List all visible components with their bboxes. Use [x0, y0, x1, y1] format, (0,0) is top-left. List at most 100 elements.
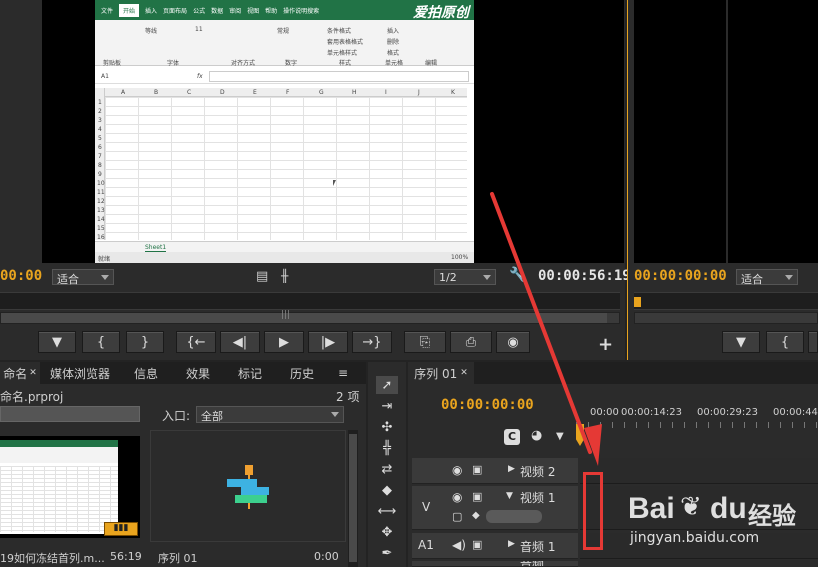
razor-tool-icon[interactable]: ◆	[376, 481, 398, 499]
ruler-label-2: 00:00:29:23	[697, 407, 759, 418]
slide-tool-icon[interactable]: ✥	[376, 523, 398, 541]
tab-sequence-label: 序列 01	[414, 366, 458, 381]
eye-icon[interactable]: ◉	[452, 490, 462, 504]
baidu-url: jingyan.baidu.com	[630, 530, 760, 546]
play-button[interactable]: ▶	[264, 331, 304, 353]
program-add-marker-button[interactable]: ▼	[722, 331, 760, 353]
excel-formula-bar: A1 fx	[95, 70, 474, 84]
row-7: 7	[98, 153, 102, 160]
step-forward-button[interactable]: |▶	[308, 331, 348, 353]
group-label-cells: 单元格	[385, 60, 404, 67]
go-to-out-button[interactable]: →}	[352, 331, 392, 353]
track-name-audio-1: 音频 1	[520, 540, 556, 554]
col-a: A	[121, 89, 126, 96]
ripple-edit-tool-icon[interactable]: ✣	[376, 418, 398, 436]
ribbon-tab-file: 文件	[101, 7, 114, 15]
tab-effects[interactable]: 效果	[172, 362, 224, 384]
track-target-a1[interactable]: A1	[418, 538, 434, 552]
excel-ribbon-body: 等线 11 常规 条件格式 套用表格格式 单元格样式 插入 删除 格式 剪贴板 …	[95, 20, 474, 67]
col-g: G	[319, 89, 324, 96]
row-5: 5	[98, 135, 102, 142]
collapse-arrow-icon[interactable]: ▼	[506, 491, 513, 501]
zoom-grip-icon: |||	[281, 310, 291, 320]
baidu-brand: Bai	[628, 492, 675, 525]
filmstrip-icon[interactable]: ▣	[472, 490, 482, 503]
source-fit-dropdown[interactable]: 适合	[52, 269, 114, 286]
col-b: B	[154, 89, 159, 96]
program-timecode[interactable]: 00:00:00:00	[634, 268, 727, 284]
eye-icon[interactable]: ◉	[452, 463, 462, 477]
ruler-label-3: 00:00:44:	[773, 407, 818, 418]
tab-history[interactable]: 历史	[276, 362, 328, 384]
font-name-box: 等线	[145, 28, 158, 35]
excel-grid: A B C D E F G H I J K 1 2 3 4 5 6 7 8 9 …	[95, 88, 467, 241]
insert-button[interactable]: ⎘	[404, 331, 446, 353]
track-target-v[interactable]: V	[422, 500, 430, 514]
keyframe-nav[interactable]	[486, 510, 542, 523]
panel-menu-icon[interactable]: ≡	[328, 362, 358, 384]
program-time-ruler[interactable]	[634, 292, 818, 310]
film-strip-icon[interactable]: ▤	[256, 269, 268, 284]
speaker-icon[interactable]: ◀)	[452, 538, 466, 552]
slip-tool-icon[interactable]: ⟷	[376, 502, 398, 520]
project-file-name: 命名.prproj	[0, 390, 64, 404]
tab-markers[interactable]: 标记	[224, 362, 276, 384]
ribbon-tab-help: 帮助	[265, 7, 278, 15]
mark-out-button[interactable]: }	[126, 331, 164, 353]
row-9: 9	[98, 171, 102, 178]
display-style-icon[interactable]: ▢	[452, 510, 462, 523]
tab-media-browser[interactable]: 媒体浏览器	[40, 362, 120, 384]
rate-stretch-tool-icon[interactable]: ⇄	[376, 460, 398, 478]
col-h: H	[352, 89, 357, 96]
project-search-input[interactable]	[0, 406, 140, 422]
track-select-tool-icon[interactable]: ⇥	[376, 397, 398, 415]
col-c: C	[187, 89, 192, 96]
inout-dropdown[interactable]: 全部	[196, 406, 344, 423]
program-fit-dropdown[interactable]: 适合	[736, 269, 798, 286]
row-15: 15	[97, 225, 105, 232]
mark-in-button[interactable]: {	[82, 331, 120, 353]
group-label-edit: 编辑	[425, 60, 438, 67]
track-header-audio-1[interactable]: A1 ◀) ▣ ▶ 音频 1	[412, 533, 578, 559]
row-12: 12	[97, 198, 105, 205]
tab-info[interactable]: 信息	[120, 362, 172, 384]
program-mark-in-button[interactable]: {	[766, 331, 804, 353]
track-header-audio-2[interactable]: 音频	[412, 561, 578, 567]
sequence-icon	[227, 465, 271, 515]
keyframe-icon[interactable]: ◆	[472, 510, 480, 521]
audio-waveform-icon[interactable]: ╫	[281, 269, 288, 283]
program-zoom-bar[interactable]	[634, 312, 818, 324]
track-header-video-1[interactable]: V ◉ ▣ ▼ 视频 1 ▢ ◆	[412, 486, 578, 530]
program-playhead[interactable]	[634, 297, 641, 307]
rolling-edit-tool-icon[interactable]: ╬	[376, 439, 398, 457]
selection-tool-icon[interactable]: ➚	[376, 376, 398, 394]
go-to-in-button[interactable]: {←	[176, 331, 216, 353]
project-scrollbar[interactable]	[348, 430, 358, 567]
expand-arrow-icon[interactable]: ▶	[508, 539, 515, 549]
close-icon[interactable]: ✕	[460, 368, 468, 378]
filmstrip-icon[interactable]: ▣	[472, 538, 482, 551]
source-timecode-current[interactable]: 00:00	[0, 268, 42, 284]
add-marker-button[interactable]: ▼	[38, 331, 76, 353]
tab-sequence[interactable]: 序列 01 ✕	[408, 362, 474, 384]
baidu-brand-2: du	[710, 492, 747, 525]
program-mark-out-button[interactable]	[808, 331, 818, 353]
clip-thumbnail-sequence[interactable]	[150, 430, 346, 542]
col-k: K	[451, 89, 455, 96]
timeline-ruler[interactable]: 00:00 00:00:14:23 00:00:29:23 00:00:44:	[576, 400, 818, 450]
ribbon-tab-search: 操作说明搜索	[283, 7, 320, 15]
style-item-1: 条件格式	[327, 28, 352, 35]
clip2-duration: 0:00	[314, 550, 339, 563]
close-icon[interactable]: ✕	[29, 368, 37, 378]
cells-item-3: 格式	[387, 50, 400, 57]
row-2: 2	[98, 108, 102, 115]
clip-thumbnail-excel[interactable]: ▮▮▮	[0, 436, 140, 538]
pen-tool-icon[interactable]: ✒	[376, 544, 398, 562]
tab-project[interactable]: 命名 ✕	[0, 362, 40, 384]
col-e: E	[253, 89, 257, 96]
excel-sheet-tabs: Sheet1	[95, 241, 474, 252]
step-back-button[interactable]: ◀|	[220, 331, 260, 353]
track-lane-video-2[interactable]	[580, 458, 818, 484]
tab-media-browser-label: 媒体浏览器	[49, 366, 110, 381]
clip1-name: 19如何冻结首列.m...	[0, 552, 105, 565]
